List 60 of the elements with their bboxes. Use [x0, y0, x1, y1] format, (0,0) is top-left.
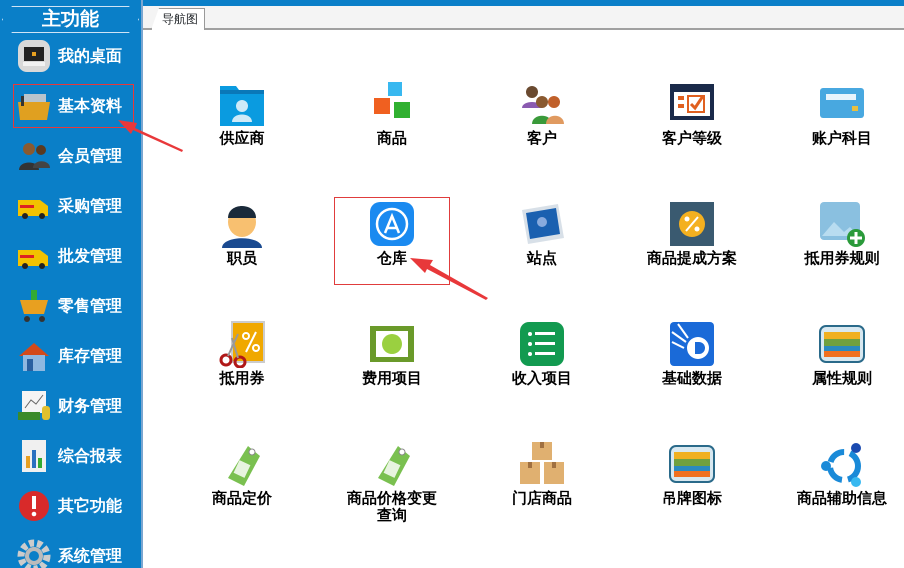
letter-d-icon: [668, 320, 716, 368]
shortcut-label: 收入项目: [511, 370, 573, 387]
sidebar-item[interactable]: 我的桌面: [13, 34, 134, 78]
sidebar-item[interactable]: 采购管理: [13, 184, 134, 228]
sidebar-item[interactable]: 系统管理: [13, 534, 134, 568]
shortcut-label: 客户: [526, 130, 558, 147]
shortcut-label: 费用项目: [361, 370, 423, 387]
exclamation-icon: [16, 488, 52, 524]
computer-icon: [16, 38, 52, 74]
nav-shortcut[interactable]: 商品: [334, 77, 450, 165]
sidebar-item[interactable]: 库存管理: [13, 334, 134, 378]
nav-shortcut[interactable]: 抵用券: [184, 317, 300, 405]
nav-shortcut[interactable]: 抵用券规则: [784, 197, 900, 285]
nav-shortcut[interactable]: 商品辅助信息: [784, 437, 900, 525]
shortcut-label: 吊牌图标: [661, 490, 723, 507]
nav-shortcut[interactable]: 职员: [184, 197, 300, 285]
nav-shortcut[interactable]: 门店商品: [484, 437, 600, 525]
shortcut-label: 站点: [526, 250, 558, 267]
tab[interactable]: 导航图: [151, 8, 205, 30]
sidebar-item[interactable]: 其它功能: [13, 484, 134, 528]
sidebar-item[interactable]: 综合报表: [13, 434, 134, 478]
nav-shortcut[interactable]: 基础数据: [634, 317, 750, 405]
nav-shortcut[interactable]: 客户等级: [634, 77, 750, 165]
sidebar-item[interactable]: 批发管理: [13, 234, 134, 278]
shortcut-label: 商品辅助信息: [796, 490, 888, 507]
list-icon: [518, 320, 566, 368]
shortcut-label: 抵用券: [218, 370, 266, 387]
nav-shortcut[interactable]: 吊牌图标: [634, 437, 750, 525]
sidebar-item[interactable]: 基本资料: [13, 84, 134, 128]
sidebar-item[interactable]: 会员管理: [13, 134, 134, 178]
coupon-scissors-icon: [218, 320, 266, 368]
sidebar-item[interactable]: 财务管理: [13, 384, 134, 428]
shortcut-label: 客户等级: [661, 130, 723, 147]
nav-shortcut[interactable]: 站点: [484, 197, 600, 285]
shortcut-label: 基础数据: [661, 370, 723, 387]
nav-shortcut[interactable]: 账户科目: [784, 77, 900, 165]
shortcut-label: 商品价格变更查询: [346, 490, 438, 524]
shortcut-label: 职员: [226, 250, 258, 267]
nav-shortcut[interactable]: 客户: [484, 77, 600, 165]
percent-badge-icon: [668, 200, 716, 248]
nav-shortcut[interactable]: 收入项目: [484, 317, 600, 405]
sidebar-item[interactable]: 零售管理: [13, 284, 134, 328]
sidebar-title: 主功能: [2, 6, 139, 33]
shortcut-label: 门店商品: [511, 490, 573, 507]
shortcut-label: 仓库: [376, 250, 408, 267]
shortcut-label: 供应商: [218, 130, 266, 147]
shortcut-label: 账户科目: [811, 130, 873, 147]
nav-shortcut[interactable]: 供应商: [184, 77, 300, 165]
nav-shortcut[interactable]: 属性规则: [784, 317, 900, 405]
nav-shortcut[interactable]: 商品定价: [184, 437, 300, 525]
image-plus-icon: [818, 200, 866, 248]
shortcut-label: 商品: [376, 130, 408, 147]
nav-shortcut[interactable]: 商品提成方案: [634, 197, 750, 285]
shortcut-label: 抵用券规则: [803, 250, 880, 267]
nav-shortcut[interactable]: 商品价格变更查询: [334, 437, 450, 525]
app-store-icon: [368, 200, 416, 248]
shortcut-label: 商品定价: [211, 490, 273, 507]
nav-shortcut[interactable]: 费用项目: [334, 317, 450, 405]
shortcut-label: 属性规则: [811, 370, 873, 387]
shortcut-label: 商品提成方案: [646, 250, 738, 267]
